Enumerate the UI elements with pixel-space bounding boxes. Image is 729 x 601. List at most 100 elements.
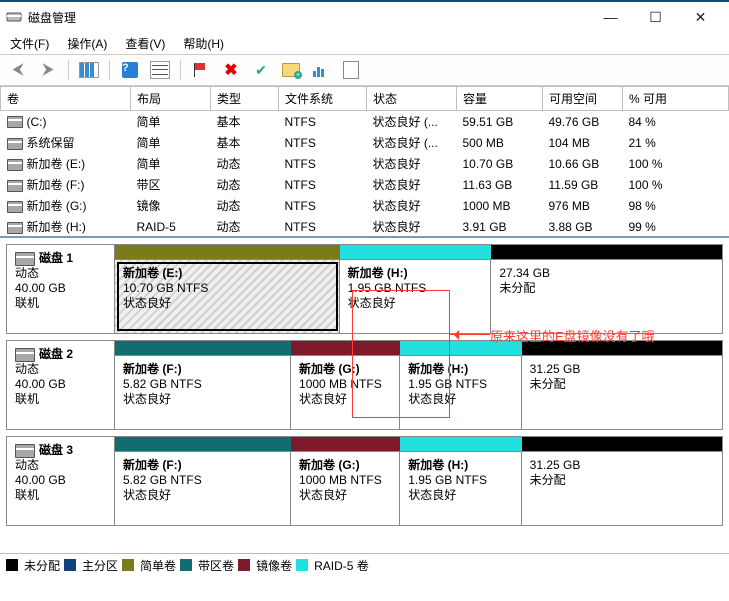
vol-capacity: 10.70 GB (457, 153, 543, 174)
vol-capacity: 500 MB (457, 132, 543, 153)
help-button[interactable]: ? (118, 58, 142, 82)
vol-layout: RAID-5 (131, 216, 211, 236)
volume-row[interactable]: 新加卷 (E:)简单动态NTFS状态良好10.70 GB10.66 GB100 … (1, 153, 729, 174)
volume-row[interactable]: 系统保留简单基本NTFS状态良好 (...500 MB104 MB21 % (1, 132, 729, 153)
vol-name: 新加卷 (H:) (27, 220, 86, 234)
partition-name: 新加卷 (H:) (408, 362, 512, 377)
disk-color-band (115, 437, 722, 451)
menu-file[interactable]: 文件(F) (6, 33, 53, 54)
vol-fs: NTFS (279, 132, 367, 153)
drive-icon (7, 201, 23, 213)
disk-size: 40.00 GB (15, 377, 106, 392)
disk-row: 磁盘 3动态40.00 GB联机新加卷 (F:)5.82 GB NTFS状态良好… (6, 436, 723, 526)
vol-free: 3.88 GB (543, 216, 623, 236)
minimize-button[interactable]: — (588, 3, 633, 31)
disk-row: 磁盘 1动态40.00 GB联机新加卷 (E:)10.70 GB NTFS状态良… (6, 244, 723, 334)
partition[interactable]: 新加卷 (E:)10.70 GB NTFS状态良好 (115, 260, 340, 333)
col-type[interactable]: 类型 (211, 87, 279, 111)
partition[interactable]: 新加卷 (H:)1.95 GB NTFS状态良好 (340, 260, 492, 333)
partition[interactable]: 新加卷 (F:)5.82 GB NTFS状态良好 (115, 452, 291, 525)
vol-type: 动态 (211, 174, 279, 195)
chart-button[interactable] (309, 58, 333, 82)
vol-status: 状态良好 (... (367, 111, 457, 133)
toolbar: ⮜ ⮞ ? ✖ ✔ + (0, 54, 729, 86)
partition[interactable]: 新加卷 (H:)1.95 GB NTFS状态良好 (400, 356, 521, 429)
partition-detail: 10.70 GB NTFS (123, 281, 331, 296)
partition[interactable]: 新加卷 (G:)1000 MB NTFS状态良好 (291, 356, 400, 429)
menu-view[interactable]: 查看(V) (121, 33, 169, 54)
disk-header[interactable]: 磁盘 1动态40.00 GB联机 (7, 245, 115, 333)
legend-swatch-mirror (238, 559, 250, 571)
drive-icon (7, 222, 23, 234)
volume-row[interactable]: (C:)简单基本NTFS状态良好 (...59.51 GB49.76 GB84 … (1, 111, 729, 133)
vol-free: 104 MB (543, 132, 623, 153)
partition[interactable]: 27.34 GB未分配 (491, 260, 722, 333)
legend: 未分配 主分区 简单卷 带区卷 镜像卷 RAID-5 卷 (0, 553, 729, 576)
disk-header[interactable]: 磁盘 2动态40.00 GB联机 (7, 341, 115, 429)
col-free[interactable]: 可用空间 (543, 87, 623, 111)
vol-type: 动态 (211, 153, 279, 174)
partition-detail: 1.95 GB NTFS (408, 473, 512, 488)
vol-capacity: 11.63 GB (457, 174, 543, 195)
vol-capacity: 1000 MB (457, 195, 543, 216)
partition-detail: 27.34 GB (499, 266, 714, 281)
open-button[interactable]: + (279, 58, 303, 82)
menu-action[interactable]: 操作(A) (63, 33, 111, 54)
partition[interactable]: 31.25 GB未分配 (522, 452, 722, 525)
partition-detail: 5.82 GB NTFS (123, 377, 282, 392)
col-pct[interactable]: % 可用 (623, 87, 729, 111)
disk-title: 磁盘 2 (39, 347, 73, 361)
vol-pct: 100 % (623, 174, 729, 195)
vol-fs: NTFS (279, 111, 367, 133)
annotation-arrow-icon (450, 334, 490, 335)
col-fs[interactable]: 文件系统 (279, 87, 367, 111)
partition[interactable]: 新加卷 (G:)1000 MB NTFS状态良好 (291, 452, 400, 525)
volume-row[interactable]: 新加卷 (H:)RAID-5动态NTFS状态良好3.91 GB3.88 GB99… (1, 216, 729, 236)
drive-icon (7, 180, 23, 192)
partition[interactable]: 新加卷 (F:)5.82 GB NTFS状态良好 (115, 356, 291, 429)
disk-header[interactable]: 磁盘 3动态40.00 GB联机 (7, 437, 115, 525)
partition-detail: 1.95 GB NTFS (408, 377, 512, 392)
forward-button[interactable]: ⮞ (36, 58, 60, 82)
col-capacity[interactable]: 容量 (457, 87, 543, 111)
vol-fs: NTFS (279, 153, 367, 174)
partition-name: 新加卷 (E:) (123, 266, 331, 281)
volume-row[interactable]: 新加卷 (F:)带区动态NTFS状态良好11.63 GB11.59 GB100 … (1, 174, 729, 195)
maximize-button[interactable]: ☐ (633, 3, 678, 31)
partition-status: 状态良好 (123, 296, 331, 311)
apply-button[interactable]: ✔ (249, 58, 273, 82)
disk-title: 磁盘 1 (39, 251, 73, 265)
properties-button[interactable] (77, 58, 101, 82)
vol-layout: 简单 (131, 132, 211, 153)
back-button[interactable]: ⮜ (6, 58, 30, 82)
note-button[interactable] (339, 58, 363, 82)
col-status[interactable]: 状态 (367, 87, 457, 111)
disk-state: 联机 (15, 296, 106, 311)
partition[interactable]: 31.25 GB未分配 (522, 356, 722, 429)
volume-row[interactable]: 新加卷 (G:)镜像动态NTFS状态良好1000 MB976 MB98 % (1, 195, 729, 216)
vol-name: 新加卷 (G:) (27, 199, 87, 213)
partition[interactable]: 新加卷 (H:)1.95 GB NTFS状态良好 (400, 452, 521, 525)
vol-type: 基本 (211, 111, 279, 133)
vol-name: 新加卷 (E:) (27, 157, 86, 171)
legend-simple: 简单卷 (140, 557, 176, 574)
partition-detail: 5.82 GB NTFS (123, 473, 282, 488)
vol-pct: 84 % (623, 111, 729, 133)
flag-button[interactable] (189, 58, 213, 82)
partition-detail: 31.25 GB (530, 458, 714, 473)
vol-pct: 100 % (623, 153, 729, 174)
col-layout[interactable]: 布局 (131, 87, 211, 111)
close-button[interactable]: ✕ (678, 3, 723, 31)
legend-swatch-primary (64, 559, 76, 571)
col-volume[interactable]: 卷 (1, 87, 131, 111)
vol-type: 动态 (211, 216, 279, 236)
titlebar: 磁盘管理 — ☐ ✕ (0, 0, 729, 32)
partition-status: 未分配 (530, 377, 714, 392)
legend-raid5: RAID-5 卷 (314, 557, 369, 574)
menu-help[interactable]: 帮助(H) (179, 33, 228, 54)
vol-status: 状态良好 (... (367, 132, 457, 153)
partition-name: 新加卷 (H:) (348, 266, 483, 281)
list-view-button[interactable] (148, 58, 172, 82)
vol-capacity: 59.51 GB (457, 111, 543, 133)
delete-button[interactable]: ✖ (219, 58, 243, 82)
